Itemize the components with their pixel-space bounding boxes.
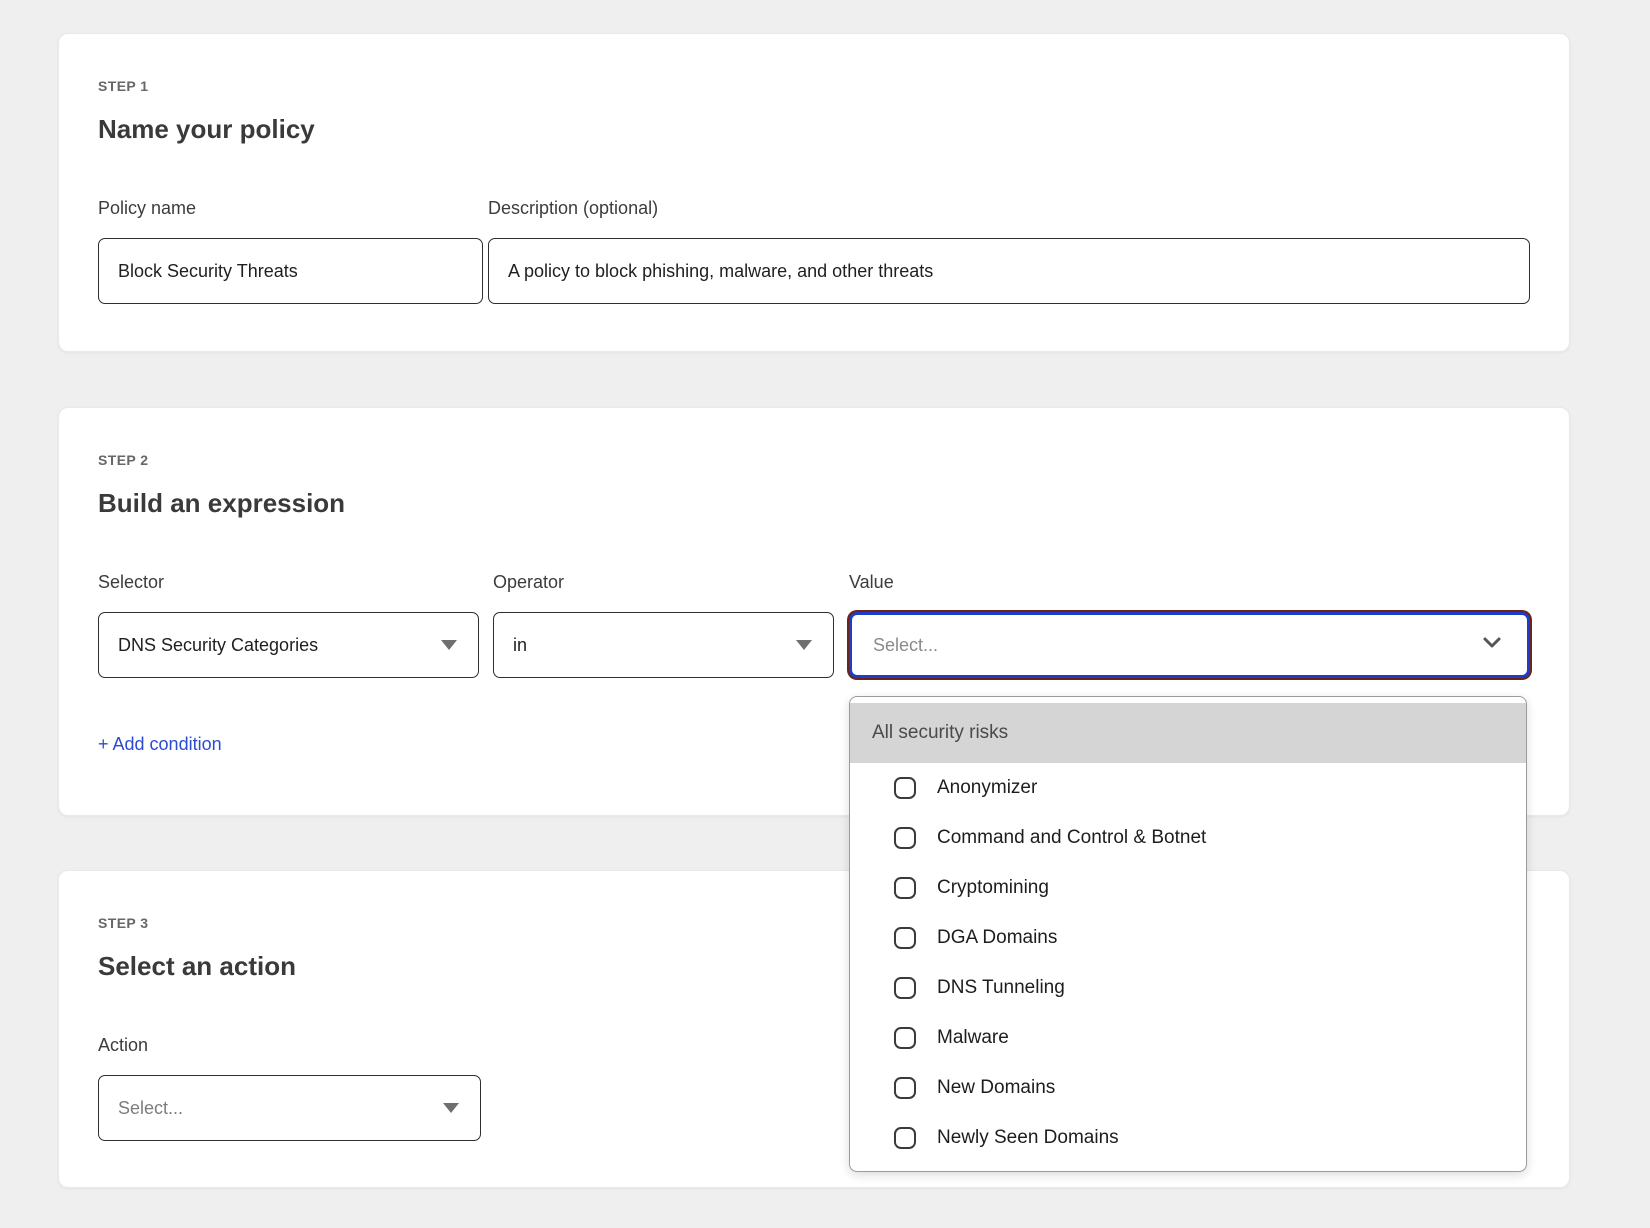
option-label: Newly Seen Domains xyxy=(937,1127,1119,1149)
add-condition-link[interactable]: + Add condition xyxy=(98,734,222,754)
dropdown-option[interactable]: Malware xyxy=(850,1013,1526,1063)
selector-selected-value: DNS Security Categories xyxy=(118,635,318,656)
dropdown-option[interactable]: Anonymizer xyxy=(850,763,1526,813)
option-label: Malware xyxy=(937,1027,1009,1049)
step1-card: STEP 1 Name your policy Policy name Desc… xyxy=(58,33,1570,352)
step2-step-label: STEP 2 xyxy=(98,453,1530,467)
step1-fields-row: Policy name Description (optional) xyxy=(98,198,1530,304)
option-label: Anonymizer xyxy=(937,777,1037,799)
selector-field-group: Selector DNS Security Categories xyxy=(98,572,479,678)
operator-select[interactable]: in xyxy=(493,612,834,678)
dropdown-option[interactable]: Newly Seen Domains xyxy=(850,1113,1526,1163)
policy-name-field-group: Policy name xyxy=(98,198,483,304)
action-field-group: Action Select... xyxy=(98,1035,481,1141)
value-label: Value xyxy=(849,572,1530,592)
dropdown-option[interactable]: DNS Tunneling xyxy=(850,963,1526,1013)
dropdown-option[interactable]: New Domains xyxy=(850,1063,1526,1113)
option-checkbox-icon[interactable] xyxy=(894,1127,916,1149)
action-select[interactable]: Select... xyxy=(98,1075,481,1141)
value-placeholder: Select... xyxy=(873,635,938,656)
step2-card: STEP 2 Build an expression Selector DNS … xyxy=(58,407,1570,816)
dropdown-triangle-icon xyxy=(796,640,812,650)
expression-row: Selector DNS Security Categories Operato… xyxy=(98,572,1530,678)
policy-builder-page: STEP 1 Name your policy Policy name Desc… xyxy=(0,0,1650,1228)
action-label: Action xyxy=(98,1035,481,1055)
option-label: New Domains xyxy=(937,1077,1055,1099)
step1-title: Name your policy xyxy=(98,114,1530,144)
option-label: DNS Tunneling xyxy=(937,977,1065,999)
option-checkbox-icon[interactable] xyxy=(894,877,916,899)
dropdown-option[interactable]: DGA Domains xyxy=(850,913,1526,963)
step1-step-label: STEP 1 xyxy=(98,79,1530,93)
option-checkbox-icon[interactable] xyxy=(894,977,916,999)
policy-name-label: Policy name xyxy=(98,198,483,218)
dropdown-option[interactable]: Command and Control & Botnet xyxy=(850,813,1526,863)
selector-label: Selector xyxy=(98,572,479,592)
value-field-group: Value Select... All security risks Anony… xyxy=(849,572,1530,678)
option-checkbox-icon[interactable] xyxy=(894,827,916,849)
option-checkbox-icon[interactable] xyxy=(894,927,916,949)
option-label: DGA Domains xyxy=(937,927,1057,949)
dropdown-triangle-icon xyxy=(441,640,457,650)
operator-field-group: Operator in xyxy=(493,572,834,678)
selector-select[interactable]: DNS Security Categories xyxy=(98,612,479,678)
step2-title: Build an expression xyxy=(98,488,1530,518)
option-checkbox-icon[interactable] xyxy=(894,1027,916,1049)
dropdown-options: Anonymizer Command and Control & Botnet … xyxy=(850,763,1526,1163)
operator-label: Operator xyxy=(493,572,834,592)
value-select[interactable]: Select... xyxy=(849,612,1530,678)
description-field-group: Description (optional) xyxy=(488,198,1530,304)
policy-name-input[interactable] xyxy=(98,238,483,304)
all-security-risks-group-header[interactable]: All security risks xyxy=(850,703,1526,763)
action-placeholder: Select... xyxy=(118,1098,183,1119)
option-label: Command and Control & Botnet xyxy=(937,827,1206,849)
option-checkbox-icon[interactable] xyxy=(894,1077,916,1099)
description-input[interactable] xyxy=(488,238,1530,304)
dropdown-option[interactable]: Cryptomining xyxy=(850,863,1526,913)
value-dropdown-panel: All security risks Anonymizer Command an… xyxy=(849,696,1527,1172)
option-label: Cryptomining xyxy=(937,877,1049,899)
option-checkbox-icon[interactable] xyxy=(894,777,916,799)
operator-selected-value: in xyxy=(513,635,527,656)
description-label: Description (optional) xyxy=(488,198,1530,218)
chevron-down-icon xyxy=(1481,632,1503,659)
dropdown-triangle-icon xyxy=(443,1103,459,1113)
